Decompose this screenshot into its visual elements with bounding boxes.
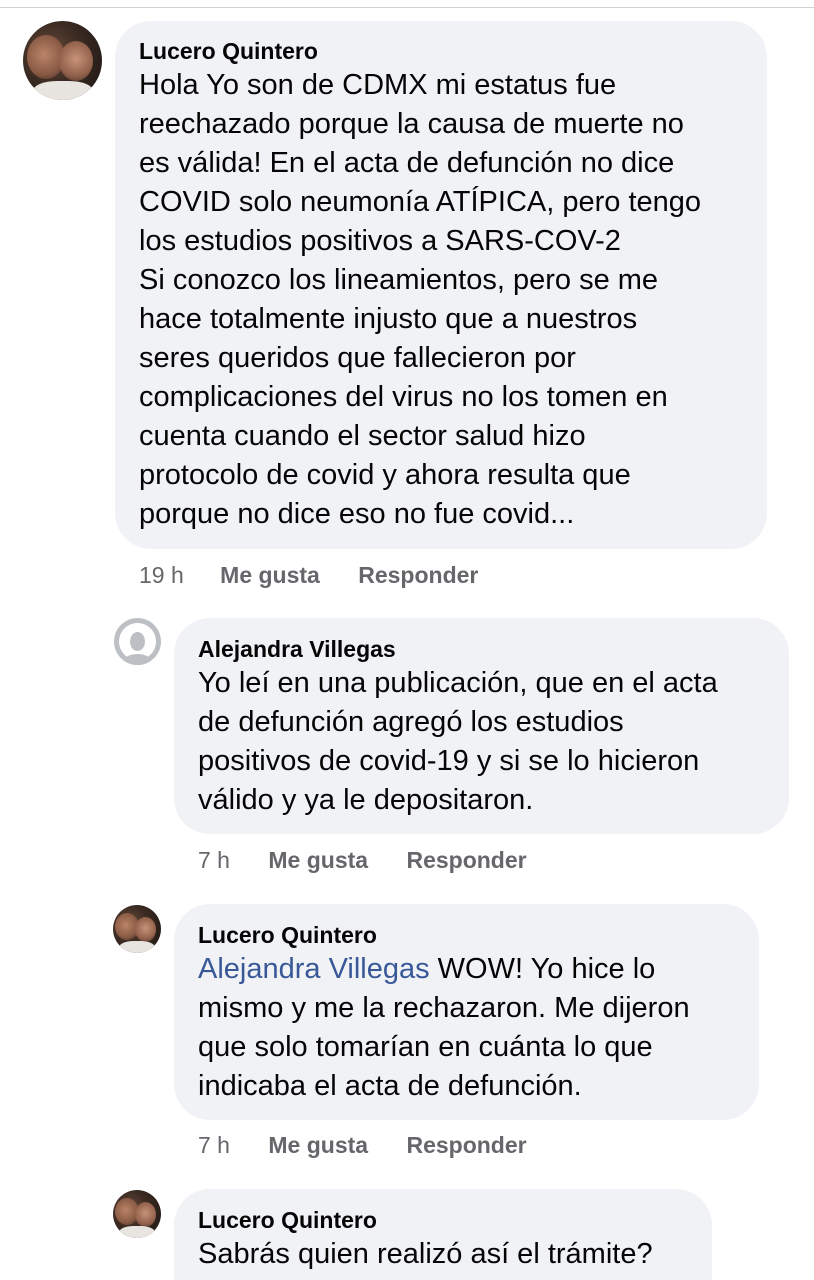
avatar[interactable] (23, 21, 102, 100)
comment-bubble: Alejandra Villegas Yo leí en una publica… (174, 618, 789, 834)
like-button[interactable]: Me gusta (220, 560, 320, 590)
comment-bubble: Lucero Quintero Hola Yo son de CDMX mi e… (115, 21, 767, 549)
comment-author[interactable]: Lucero Quintero (198, 1205, 692, 1235)
default-avatar-icon[interactable] (114, 618, 161, 665)
comment-author[interactable]: Lucero Quintero (139, 36, 747, 66)
reply-button[interactable]: Responder (406, 845, 526, 875)
reply-button[interactable]: Responder (406, 1130, 526, 1160)
reply-button[interactable]: Responder (358, 560, 478, 590)
comment-text: Alejandra Villegas WOW! Yo hice lo mismo… (198, 950, 739, 1106)
comment-actions: 7 h Me gusta Responder (198, 1130, 527, 1160)
comment-text: Hola Yo son de CDMX mi estatus fue reech… (139, 69, 702, 530)
comment-bubble: Lucero Quintero Alejandra Villegas WOW! … (174, 904, 759, 1120)
like-button[interactable]: Me gusta (268, 845, 368, 875)
comment-actions: 19 h Me gusta Responder (139, 560, 478, 590)
comment-timestamp[interactable]: 7 h (198, 1130, 230, 1160)
comment-author[interactable]: Alejandra Villegas (198, 634, 769, 664)
comment-author[interactable]: Lucero Quintero (198, 920, 739, 950)
comment-text: Yo leí en una publicación, que en el act… (198, 667, 718, 816)
top-divider (0, 7, 814, 8)
comment-bubble: Lucero Quintero Sabrás quien realizó así… (174, 1189, 712, 1280)
comment-text: Sabrás quien realizó así el trámite? (198, 1238, 653, 1270)
mention-link[interactable]: Alejandra Villegas (198, 953, 430, 985)
comment-actions: 7 h Me gusta Responder (198, 845, 527, 875)
comment-timestamp[interactable]: 7 h (198, 845, 230, 875)
avatar[interactable] (113, 1190, 161, 1238)
comment-timestamp[interactable]: 19 h (139, 560, 184, 590)
avatar[interactable] (113, 905, 161, 953)
like-button[interactable]: Me gusta (268, 1130, 368, 1160)
